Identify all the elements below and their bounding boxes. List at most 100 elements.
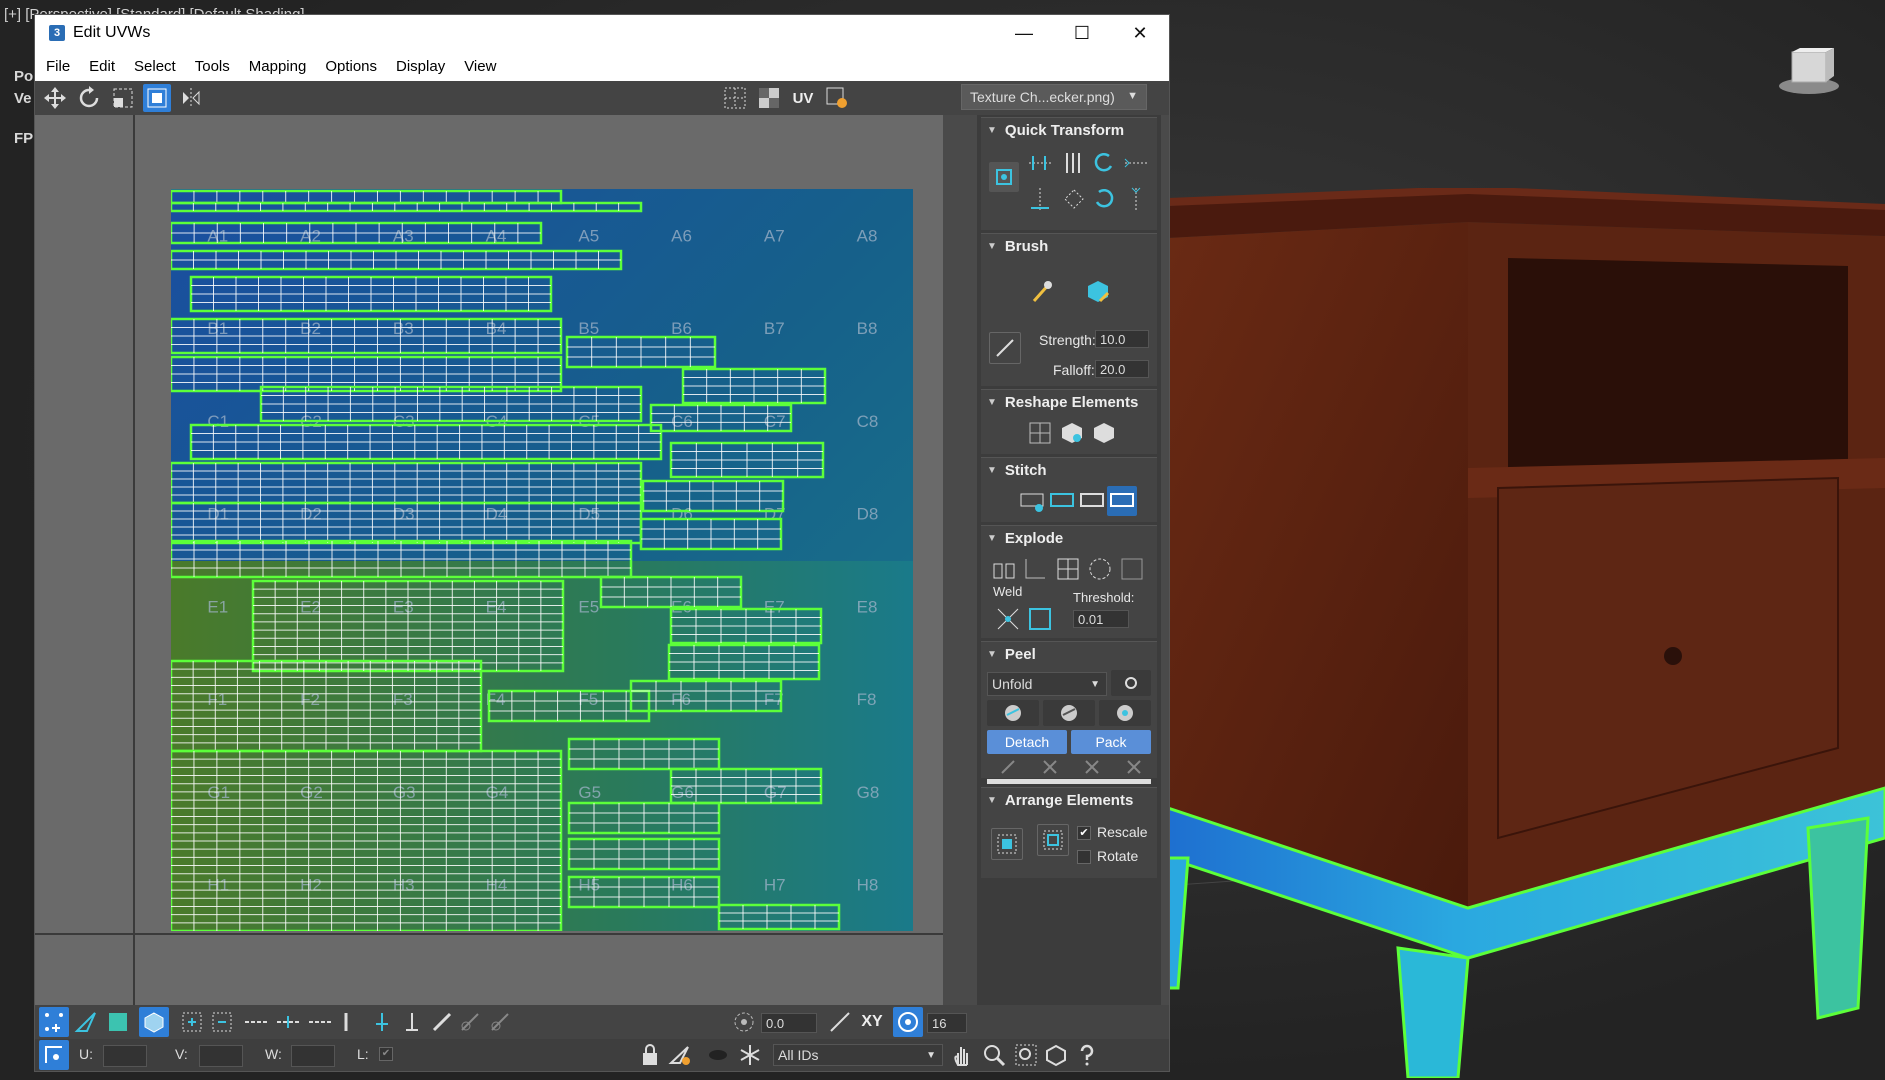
freeze-icon[interactable] [735, 1040, 765, 1070]
ring-select-icon[interactable] [331, 1007, 361, 1037]
straighten-icon[interactable] [1025, 418, 1055, 448]
hide-icon[interactable] [703, 1040, 733, 1070]
pin-edges-icon[interactable] [1079, 756, 1105, 778]
snap-spinner[interactable]: 16 [927, 1013, 967, 1033]
show-map-icon[interactable] [755, 84, 783, 112]
select-region-icon[interactable] [177, 1007, 207, 1037]
menu-view[interactable]: View [464, 58, 496, 75]
lock-checkbox[interactable]: ✔ [379, 1047, 393, 1061]
rotate-ccw-icon[interactable] [1089, 148, 1119, 178]
checker-grid-icon[interactable] [721, 84, 749, 112]
pack-button[interactable]: Pack [1071, 730, 1151, 754]
rollout-header[interactable]: ▼ Brush [981, 234, 1157, 258]
peel-mode-select[interactable]: Unfold ▼ [987, 672, 1107, 696]
scale-icon[interactable] [109, 84, 137, 112]
loop-grow-icon[interactable] [273, 1007, 303, 1037]
minimize-button[interactable]: — [995, 15, 1053, 51]
rollout-header[interactable]: ▼ Quick Transform [981, 118, 1157, 142]
soft-selection-icon[interactable] [729, 1007, 759, 1037]
strength-spinner[interactable]: 10.0 [1095, 330, 1149, 348]
v-field[interactable] [199, 1045, 243, 1067]
space-horizontal-icon[interactable] [1121, 148, 1151, 178]
menu-display[interactable]: Display [396, 58, 445, 75]
align-center-icon[interactable] [1059, 184, 1089, 214]
freeform-icon[interactable] [143, 84, 171, 112]
flatten-icon[interactable] [1089, 418, 1119, 448]
pan-icon[interactable] [947, 1040, 977, 1070]
weld-selected-icon[interactable] [993, 604, 1023, 634]
peel-settings-icon[interactable] [1111, 670, 1151, 696]
stitch-target-icon[interactable] [1107, 486, 1137, 516]
filter-selected-icon[interactable] [665, 1040, 695, 1070]
edge-mode-icon[interactable] [71, 1007, 101, 1037]
menu-mapping[interactable]: Mapping [249, 58, 307, 75]
uv-editor-canvas[interactable]: A1 A2 A3 A4 A5 A6 A7 A8 B1 B2 B3 B4 B5 B6 B7 B8 C1 C2 C3 C4… [35, 115, 943, 1005]
falloff-type-icon[interactable] [825, 1007, 855, 1037]
viewcube-icon[interactable] [1778, 48, 1840, 96]
loop-select-icon[interactable] [241, 1007, 271, 1037]
polygon-mode-icon[interactable] [103, 1007, 133, 1037]
split-icon[interactable] [1021, 554, 1051, 584]
help-icon[interactable] [1071, 1040, 1101, 1070]
menu-tools[interactable]: Tools [195, 58, 230, 75]
element-mode-icon[interactable] [139, 1007, 169, 1037]
vertex-mode-icon[interactable] [39, 1007, 69, 1037]
rescale-checkbox[interactable]: ✔ [1077, 826, 1091, 840]
menu-file[interactable]: File [46, 58, 70, 75]
select-shrink-icon[interactable] [207, 1007, 237, 1037]
titlebar[interactable]: 3 Edit UVWs — ☐ ✕ [35, 15, 1169, 51]
stitch-source-icon[interactable] [1047, 486, 1077, 516]
break-icon[interactable] [989, 554, 1019, 584]
relax-icon[interactable] [1057, 418, 1087, 448]
quick-peel-icon[interactable] [987, 700, 1039, 726]
texture-select[interactable]: Texture Ch...ecker.png) ▼ [961, 84, 1147, 110]
rotate-icon[interactable] [75, 84, 103, 112]
rollout-header[interactable]: ▼ Arrange Elements [981, 788, 1157, 812]
move-icon[interactable] [41, 84, 69, 112]
invert-pins-icon[interactable] [1121, 756, 1147, 778]
space-vertical-icon[interactable] [1121, 184, 1151, 214]
cabinet-model[interactable] [1168, 188, 1885, 1078]
rotate-cw-icon[interactable] [1089, 184, 1119, 214]
brush-falloff-icon[interactable] [989, 332, 1021, 364]
maximize-button[interactable]: ☐ [1053, 15, 1111, 51]
lock-icon[interactable] [635, 1040, 665, 1070]
align-horizontal-icon[interactable] [1025, 148, 1055, 178]
material-ids-select[interactable]: All IDs ▼ [773, 1044, 943, 1066]
relax-brush-icon[interactable] [1083, 276, 1113, 306]
menu-select[interactable]: Select [134, 58, 176, 75]
texture-settings-icon[interactable] [823, 84, 851, 112]
explode-smoothing-icon[interactable] [1085, 554, 1115, 584]
grid-snap-icon[interactable] [893, 1007, 923, 1037]
rollout-header[interactable]: ▼ Reshape Elements [981, 390, 1157, 414]
stitch-average-icon[interactable] [1077, 486, 1107, 516]
xy-label[interactable]: XY [857, 1007, 887, 1037]
pack-normalize-icon[interactable] [991, 828, 1023, 860]
stitch-custom-icon[interactable] [1017, 486, 1047, 516]
explode-polygons-icon[interactable] [1053, 554, 1083, 584]
u-field[interactable] [103, 1045, 147, 1067]
align-vertical-icon[interactable] [1059, 148, 1089, 178]
zoom-extents-icon[interactable] [1041, 1040, 1071, 1070]
falloff-distance-spinner[interactable]: 0.0 [761, 1013, 817, 1033]
zoom-icon[interactable] [979, 1040, 1009, 1070]
paint-shrink-icon[interactable] [485, 1007, 515, 1037]
menu-edit[interactable]: Edit [89, 58, 115, 75]
peel-mode-icon[interactable] [1043, 700, 1095, 726]
close-button[interactable]: ✕ [1111, 15, 1169, 51]
pivot-icon[interactable] [989, 162, 1019, 192]
ring-shrink-icon[interactable] [397, 1007, 427, 1037]
align-bottom-icon[interactable] [1025, 184, 1055, 214]
explode-materials-icon[interactable] [1117, 554, 1147, 584]
pin-icon[interactable] [995, 756, 1021, 778]
w-field[interactable] [291, 1045, 335, 1067]
pack-custom-icon[interactable] [1037, 824, 1069, 856]
unpin-icon[interactable] [1037, 756, 1063, 778]
rollout-header[interactable]: ▼ Stitch [981, 458, 1157, 482]
mirror-icon[interactable] [177, 84, 205, 112]
falloff-spinner[interactable]: 20.0 [1095, 360, 1149, 378]
reset-peel-icon[interactable] [1099, 700, 1151, 726]
rollout-header[interactable]: ▼ Peel [981, 642, 1157, 666]
ring-grow-icon[interactable] [367, 1007, 397, 1037]
absolute-offset-icon[interactable] [39, 1040, 69, 1070]
